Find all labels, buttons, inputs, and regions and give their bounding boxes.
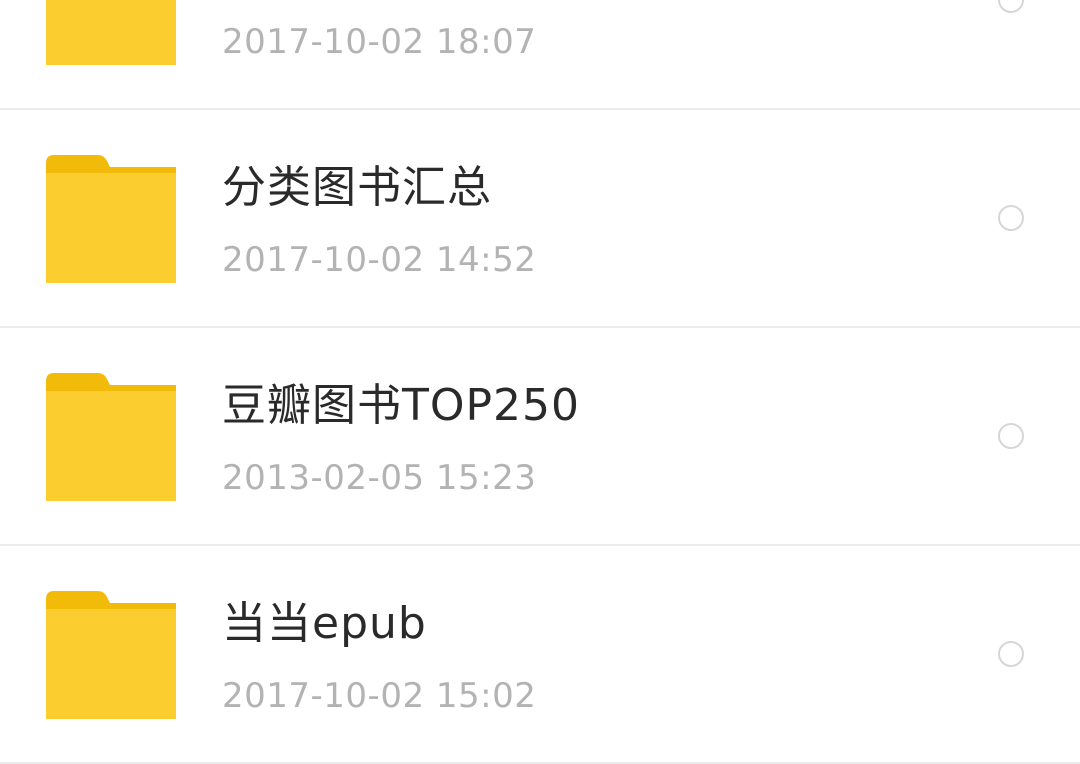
folder-icon [46,591,176,719]
select-radio[interactable] [998,205,1024,231]
list-item[interactable]: 当当epub 2017-10-02 15:02 [0,546,1080,764]
list-item[interactable]: 分类图书汇总 2017-10-02 14:52 [0,110,1080,328]
list-item[interactable]: 豆瓣图书TOP250 2013-02-05 15:23 [0,328,1080,546]
select-radio[interactable] [998,423,1024,449]
select-radio[interactable] [998,0,1024,13]
folder-icon [46,0,176,65]
file-list: 2017-10-02 18:07 分类图书汇总 2017-10-02 14:52… [0,0,1080,764]
file-date: 2017-10-02 18:07 [222,22,537,62]
file-date: 2017-10-02 14:52 [222,240,537,280]
file-name: 当当epub [222,598,427,649]
folder-icon [46,373,176,501]
folder-icon [46,155,176,283]
file-name: 分类图书汇总 [222,162,492,213]
file-date: 2017-10-02 15:02 [222,676,537,716]
file-date: 2013-02-05 15:23 [222,458,537,498]
file-name: 豆瓣图书TOP250 [222,380,581,431]
list-item[interactable]: 2017-10-02 18:07 [0,0,1080,110]
select-radio[interactable] [998,641,1024,667]
